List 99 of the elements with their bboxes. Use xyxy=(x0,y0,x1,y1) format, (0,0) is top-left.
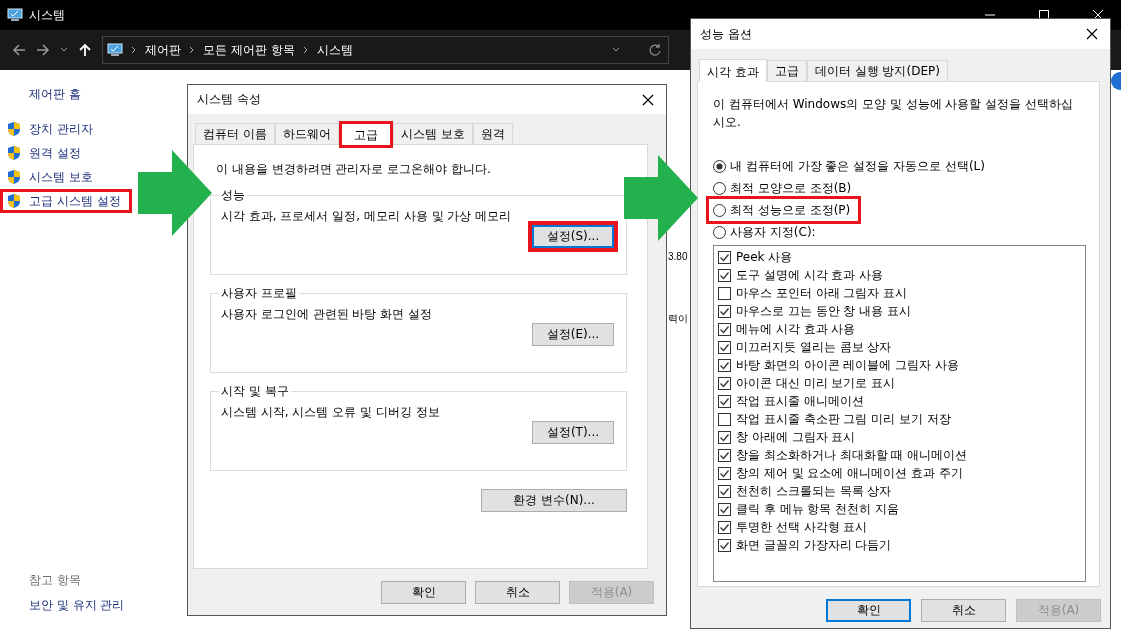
radio-button[interactable] xyxy=(713,181,726,195)
tab[interactable]: 고급 xyxy=(338,121,393,148)
checkbox-label[interactable]: 화면 글꼴의 가장자리 다듬기 xyxy=(736,536,892,554)
shield-icon xyxy=(6,121,22,137)
tab[interactable]: 고급 xyxy=(766,60,807,81)
checkbox[interactable] xyxy=(718,538,731,552)
shield-icon xyxy=(6,193,22,209)
checkbox-label[interactable]: 창의 제어 및 요소에 애니메이션 효과 주기 xyxy=(736,464,963,482)
checkbox-label[interactable]: 투명한 선택 사각형 표시 xyxy=(736,518,868,536)
checkbox[interactable] xyxy=(718,412,731,426)
settings-button[interactable]: 설정(E)... xyxy=(532,323,614,346)
tab[interactable]: 시스템 보호 xyxy=(392,123,473,144)
sidebar-item[interactable]: 원격 설정 xyxy=(0,141,92,165)
tab[interactable]: 시각 효과 xyxy=(699,59,767,82)
shield-icon xyxy=(6,145,22,161)
checkbox-label[interactable]: 천천히 스크롤되는 목록 상자 xyxy=(736,482,892,500)
tab[interactable]: 하드웨어 xyxy=(274,123,339,144)
up-arrow-icon[interactable] xyxy=(78,43,92,57)
dialog-button[interactable]: 취소 xyxy=(921,599,1006,622)
radio-option[interactable]: 내 컴퓨터에 가장 좋은 설정을 자동으로 선택(L) xyxy=(706,155,996,177)
monitor-icon xyxy=(7,7,23,23)
group-title: 사용자 프로필 xyxy=(220,285,298,302)
group-description: 시각 효과, 프로세서 일정, 메모리 사용 및 가상 메모리 xyxy=(221,208,513,225)
tab[interactable]: 데이터 실행 방지(DEP) xyxy=(806,60,948,81)
dialog-title: 성능 옵션 xyxy=(700,25,752,43)
caret-icon[interactable] xyxy=(612,47,620,53)
breadcrumb-item[interactable]: 시스템 xyxy=(316,41,353,59)
shield-icon xyxy=(6,169,22,185)
chevron-icon xyxy=(189,46,195,54)
checkbox[interactable] xyxy=(718,484,731,498)
checkbox-label[interactable]: 메뉴에 시각 효과 사용 xyxy=(736,320,856,338)
description-text: 이 컴퓨터에서 Windows의 모양 및 성능에 사용할 설정을 선택하십시오. xyxy=(713,96,1075,131)
close-icon[interactable] xyxy=(642,93,654,106)
caret-icon[interactable] xyxy=(60,47,68,53)
see-also-link[interactable]: 보안 및 유지 관리 xyxy=(29,597,125,614)
checkbox-label[interactable]: 도구 설명에 시각 효과 사용 xyxy=(736,266,884,284)
control-panel-home-link[interactable]: 제어판 홈 xyxy=(29,86,81,103)
sidebar-item[interactable]: 장치 관리자 xyxy=(0,117,104,141)
checkbox[interactable] xyxy=(718,376,731,390)
group-description: 시스템 시작, 시스템 오류 및 디버깅 정보 xyxy=(221,404,441,421)
checkbox-label[interactable]: 창을 최소화하거나 최대화할 때 애니메이션 xyxy=(736,446,968,464)
radio-button[interactable] xyxy=(713,225,726,239)
back-arrow-icon[interactable] xyxy=(12,43,26,57)
radio-button[interactable] xyxy=(713,159,726,173)
radio-option[interactable]: 사용자 지정(C): xyxy=(706,221,827,243)
monitor-icon xyxy=(107,42,123,58)
radio-button[interactable] xyxy=(713,203,726,217)
sidebar-item[interactable]: 시스템 보호 xyxy=(0,165,104,189)
sidebar-item[interactable]: 고급 시스템 설정 xyxy=(0,189,132,213)
radio-option[interactable]: 최적 모양으로 조정(B) xyxy=(706,177,863,199)
checkbox[interactable] xyxy=(718,286,731,300)
content-text: 력이 xyxy=(668,312,688,326)
group-title: 성능 xyxy=(220,187,246,204)
tab[interactable]: 원격 xyxy=(472,123,513,144)
breadcrumb-item[interactable]: 모든 제어판 항목 xyxy=(203,41,295,59)
settings-button[interactable]: 설정(T)... xyxy=(532,421,614,444)
checkbox[interactable] xyxy=(718,358,731,372)
checkbox-label[interactable]: 작업 표시줄 애니메이션 xyxy=(736,392,864,410)
checkbox-label[interactable]: 마우스로 끄는 동안 창 내용 표시 xyxy=(736,302,912,320)
checkbox[interactable] xyxy=(718,394,731,408)
address-bar[interactable]: 제어판 모든 제어판 항목 시스템 xyxy=(102,36,669,64)
checkbox-label[interactable]: Peek 사용 xyxy=(736,248,793,266)
checkbox[interactable] xyxy=(718,430,731,444)
content-text: 3.80 xyxy=(668,251,688,262)
checkbox-label[interactable]: 미끄러지듯 열리는 콤보 상자 xyxy=(736,338,892,356)
notice-text: 이 내용을 변경하려면 관리자로 로그온해야 합니다. xyxy=(216,161,492,177)
breadcrumb-item[interactable]: 제어판 xyxy=(145,41,181,59)
checkbox[interactable] xyxy=(718,502,731,516)
tab[interactable]: 컴퓨터 이름 xyxy=(195,123,275,144)
checkbox-label[interactable]: 바탕 화면의 아이콘 레이블에 그림자 사용 xyxy=(736,356,960,374)
chevron-icon xyxy=(302,46,309,54)
window-title: 시스템 xyxy=(29,6,65,24)
checkbox-label[interactable]: 창 아래에 그림자 표시 xyxy=(736,428,856,446)
checkbox[interactable] xyxy=(718,268,731,282)
checkbox-label[interactable]: 작업 표시줄 축소판 그림 미리 보기 저장 xyxy=(736,410,951,428)
environment-variables-button[interactable]: 환경 변수(N)... xyxy=(481,489,627,512)
checkbox[interactable] xyxy=(718,250,731,264)
group-description: 사용자 로그인에 관련된 바탕 화면 설정 xyxy=(221,306,434,323)
dialog-button[interactable]: 확인 xyxy=(826,599,911,622)
dialog-button[interactable]: 취소 xyxy=(475,581,560,604)
section-heading: 참고 항목 xyxy=(29,572,81,589)
forward-arrow-icon[interactable] xyxy=(36,43,50,57)
settings-button[interactable]: 설정(S)... xyxy=(532,225,614,248)
checkbox-label[interactable]: 클릭 후 메뉴 항목 천천히 지움 xyxy=(736,500,900,518)
group-title: 시작 및 복구 xyxy=(220,383,290,400)
checkbox-label[interactable]: 아이콘 대신 미리 보기로 표시 xyxy=(736,374,896,392)
dialog-title: 시스템 속성 xyxy=(197,91,261,108)
checkbox[interactable] xyxy=(718,322,731,336)
checkbox-label[interactable]: 마우스 포인터 아래 그림자 표시 xyxy=(736,284,908,302)
refresh-icon[interactable] xyxy=(648,43,662,57)
dialog-button[interactable]: 확인 xyxy=(381,581,466,604)
checkbox[interactable] xyxy=(718,520,731,534)
checkbox[interactable] xyxy=(718,304,731,318)
chevron-icon xyxy=(131,46,137,54)
checkbox[interactable] xyxy=(718,340,731,354)
checkbox[interactable] xyxy=(718,448,731,462)
radio-option[interactable]: 최적 성능으로 조정(P) xyxy=(706,196,862,224)
checkbox[interactable] xyxy=(718,466,731,480)
close-icon[interactable] xyxy=(1086,28,1098,40)
